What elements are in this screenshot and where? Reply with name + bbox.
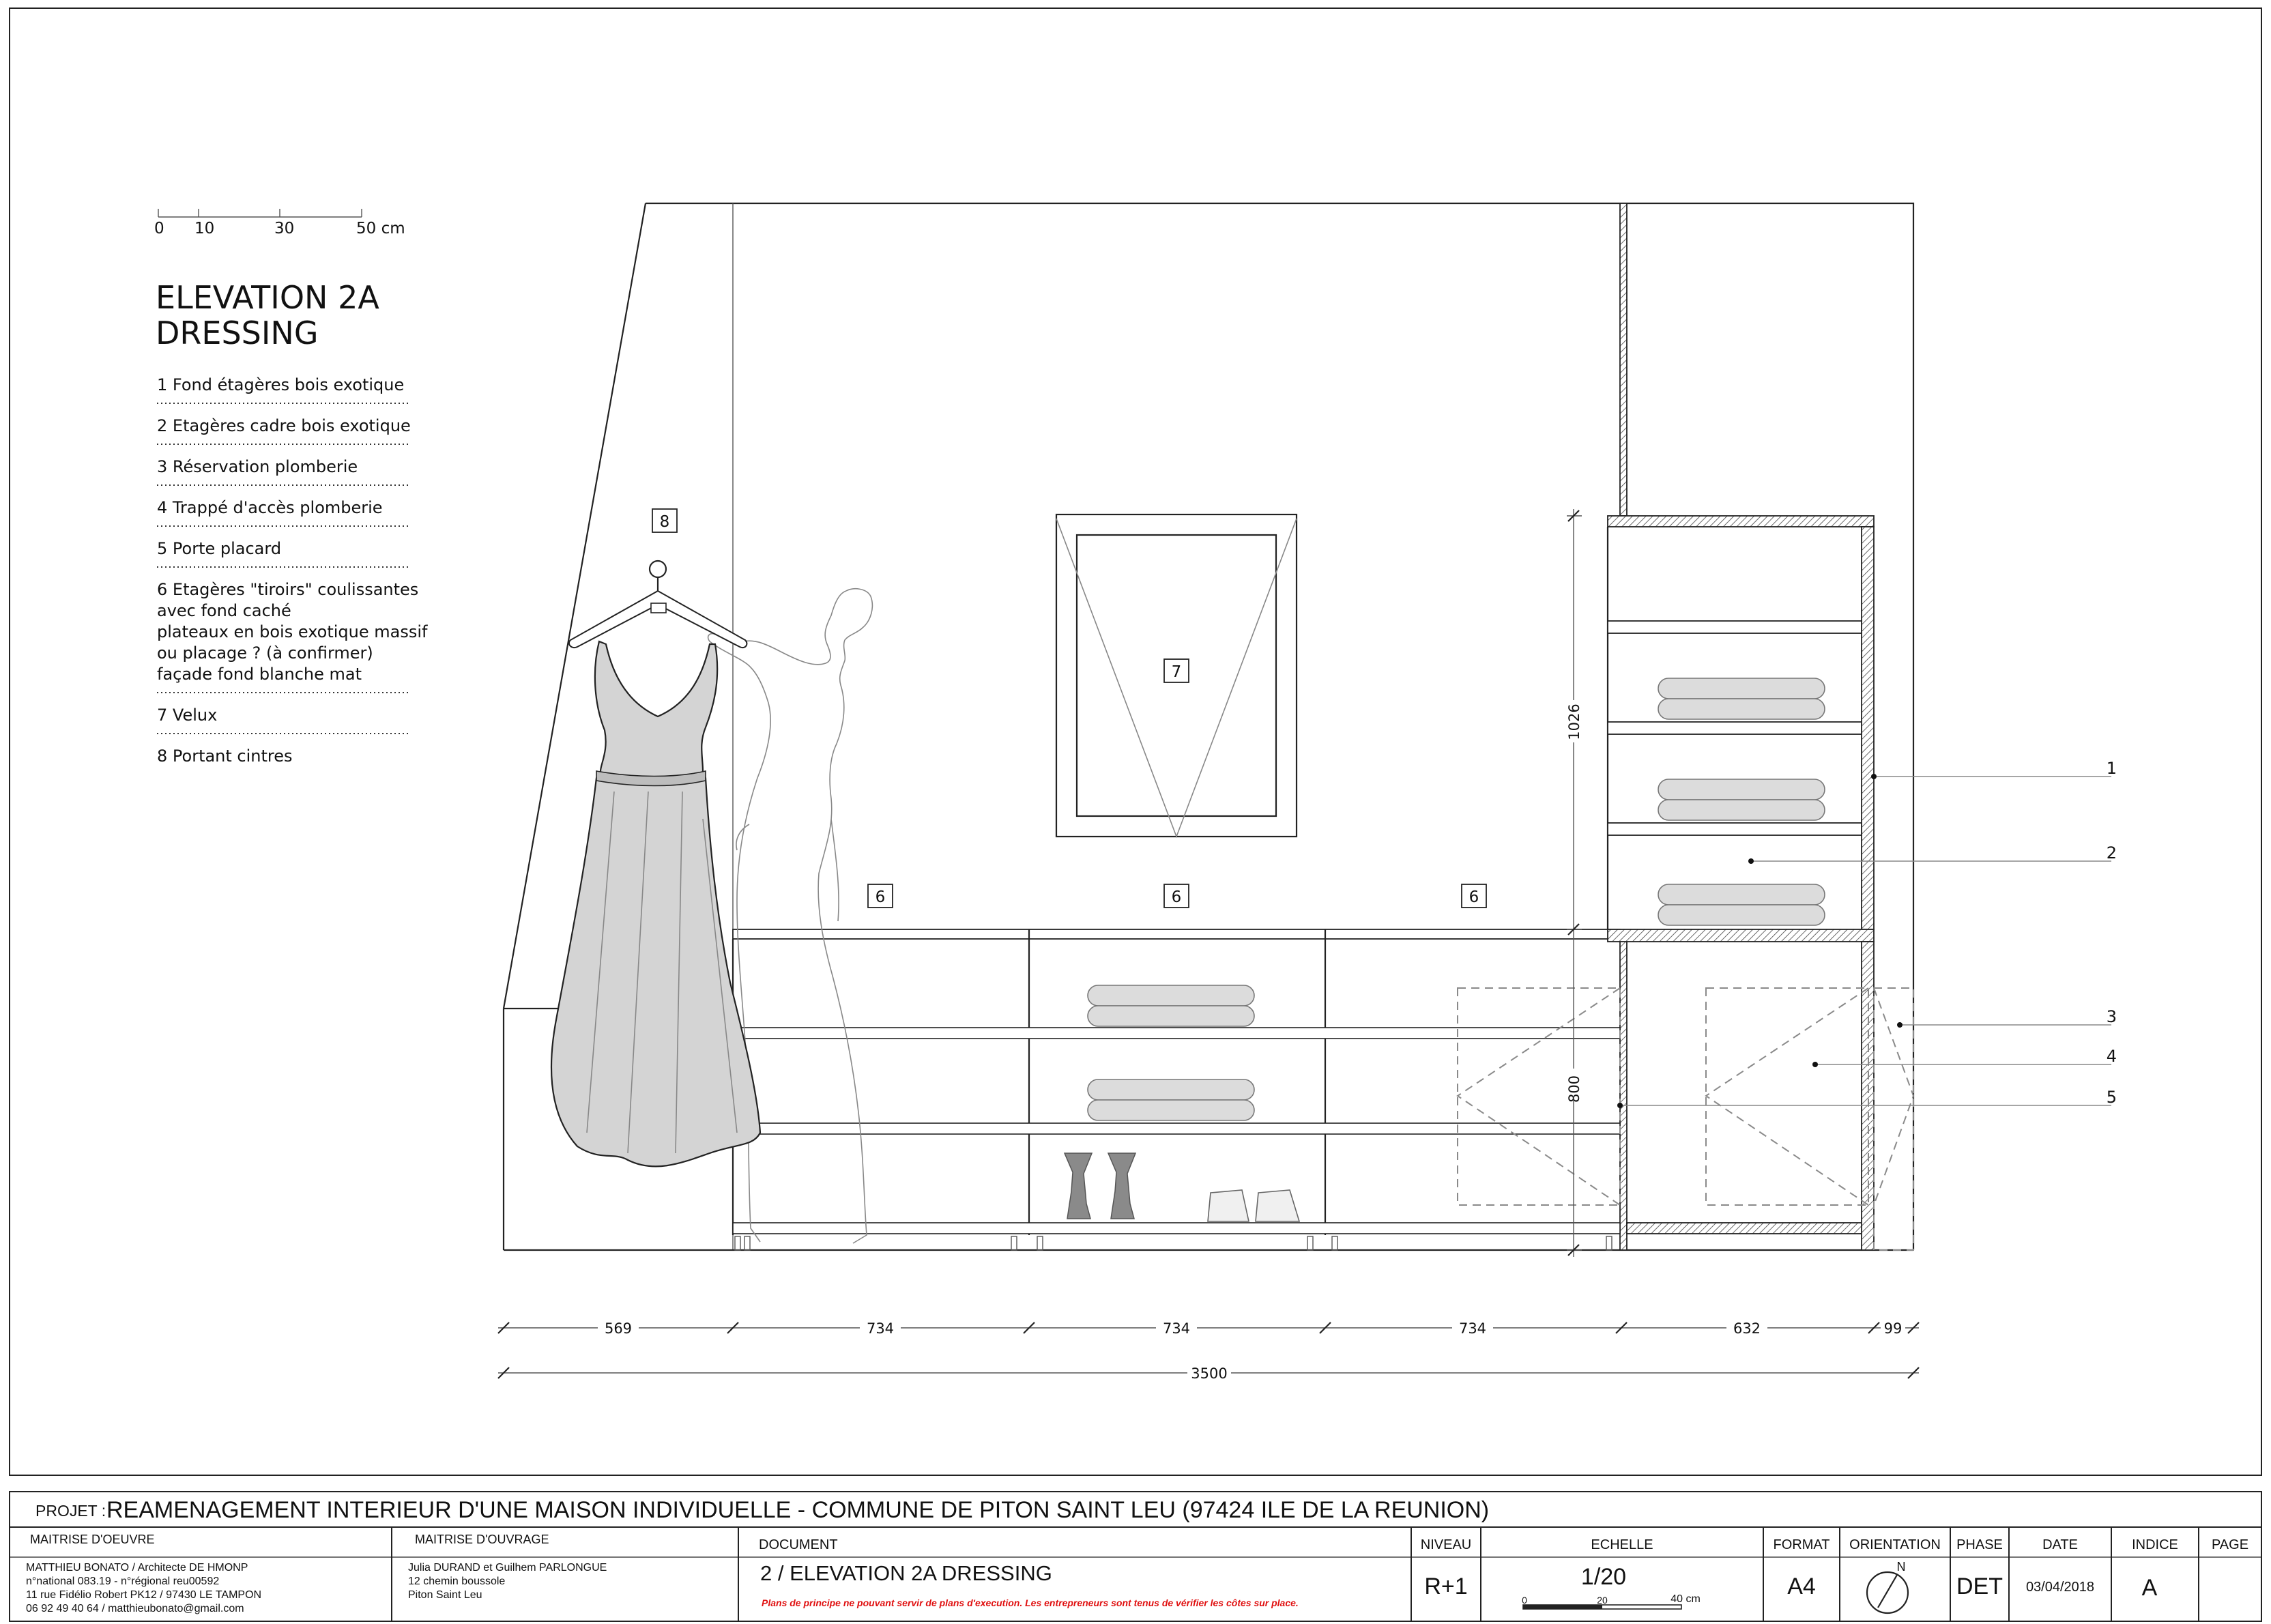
dim-99: 99 xyxy=(1884,1320,1903,1337)
partition-post-bottom xyxy=(1619,938,1628,1251)
legend-item-8: 8 Portant cintres xyxy=(157,746,293,766)
callout-1: 1 xyxy=(2107,759,2117,778)
phase-label: PHASE xyxy=(1956,1537,2003,1552)
scale-tick-50: 50 cm xyxy=(356,220,405,237)
echelle-value: 1/20 xyxy=(1581,1564,1626,1590)
drawing-title-line2: DRESSING xyxy=(156,315,318,351)
indice-label: INDICE xyxy=(2132,1537,2178,1552)
dim-cabinet-height: 800 xyxy=(1566,1075,1582,1103)
partition-post-top xyxy=(1619,203,1628,517)
dim-734-b: 734 xyxy=(1163,1320,1190,1337)
drawing-title-line1: ELEVATION 2A xyxy=(156,279,379,316)
drawer-tag-middle: 6 xyxy=(1172,888,1182,906)
format-value: A4 xyxy=(1787,1574,1816,1599)
placard-door-dashed xyxy=(1456,987,1621,1206)
plumbing-reservation-dashed xyxy=(1873,987,1915,1251)
echelle-tick-40: 40 cm xyxy=(1670,1593,1701,1605)
echelle-tick-0: 0 xyxy=(1522,1595,1527,1606)
mo-label: MAITRISE D'OUVRAGE xyxy=(415,1533,549,1546)
hanging-dress: 8 xyxy=(550,508,762,1168)
moe-line-2: n°national 083.19 - n°régional reu00592 xyxy=(26,1576,219,1587)
folded-towels-drawers xyxy=(1087,985,1255,1121)
projet-title: REAMENAGEMENT INTERIEUR D'UNE MAISON IND… xyxy=(106,1497,1489,1523)
shoes-sneakers xyxy=(1207,1189,1301,1222)
indice-value: A xyxy=(2142,1575,2158,1601)
callout-5: 5 xyxy=(2107,1088,2117,1107)
mo-line-1: Julia DURAND et Guilhem PARLONGUE xyxy=(408,1562,607,1574)
document-label: DOCUMENT xyxy=(759,1537,838,1552)
moe-line-4: 06 92 49 40 64 / matthieubonato@gmail.co… xyxy=(26,1603,244,1614)
projet-label: PROJET : xyxy=(35,1502,106,1520)
mo-line-3: Piton Saint Leu xyxy=(408,1589,482,1601)
legend-item-1: 1 Fond étagères bois exotique xyxy=(157,375,404,394)
hanger-tag: 8 xyxy=(660,513,670,531)
legend-item-6-line-2: avec fond caché xyxy=(157,601,291,620)
dim-734-a: 734 xyxy=(867,1320,894,1337)
legend-item-5: 5 Porte placard xyxy=(157,539,281,558)
page-label: PAGE xyxy=(2212,1537,2248,1552)
legend-item-6: 6 Etagères "tiroirs" coulissantes xyxy=(157,580,418,599)
echelle-tick-20: 20 xyxy=(1597,1595,1608,1606)
legend-item-6-line-5: façade fond blanche mat xyxy=(157,665,362,684)
north-label: N xyxy=(1897,1560,1906,1574)
dim-total: 3500 xyxy=(1191,1365,1227,1382)
velux-tag: 7 xyxy=(1172,663,1182,681)
hanger-hook-icon xyxy=(648,560,667,579)
format-label: FORMAT xyxy=(1774,1537,1830,1552)
open-shelving xyxy=(1606,515,1875,1251)
title-block: PROJET : REAMENAGEMENT INTERIEUR D'UNE M… xyxy=(9,1491,2262,1622)
hanger-icon xyxy=(568,590,748,648)
niveau-value: R+1 xyxy=(1424,1574,1467,1599)
shoes-heels xyxy=(1063,1152,1137,1219)
document-warning: Plans de principe ne pouvant servir de p… xyxy=(762,1597,1299,1608)
drawer-tags: 6 6 6 xyxy=(867,884,1487,908)
niveau-label: NIVEAU xyxy=(1421,1537,1471,1552)
vertical-dimensions: 1026 800 xyxy=(1563,509,1585,1257)
legend-item-3: 3 Réservation plomberie xyxy=(157,457,358,476)
sheet-frame xyxy=(9,8,2262,1476)
callout-4: 4 xyxy=(2107,1047,2117,1066)
drawer-tag-left: 6 xyxy=(876,888,886,906)
date-label: DATE xyxy=(2042,1537,2078,1552)
horizontal-dimensions: 569 734 734 734 632 99 3500 xyxy=(497,1317,1920,1384)
dim-734-c: 734 xyxy=(1459,1320,1486,1337)
dress-icon xyxy=(550,640,762,1168)
scale-tick-0: 0 xyxy=(154,220,164,237)
scale-tick-10: 10 xyxy=(194,220,214,237)
drawer-tag-right: 6 xyxy=(1469,888,1479,906)
document-title: 2 / ELEVATION 2A DRESSING xyxy=(760,1561,1052,1585)
dim-632: 632 xyxy=(1733,1320,1761,1337)
legend-item-7: 7 Velux xyxy=(157,706,217,725)
moe-line-3: 11 rue Fidélio Robert PK12 / 97430 LE TA… xyxy=(26,1589,261,1601)
orientation-label: ORIENTATION xyxy=(1849,1537,1941,1552)
scale-tick-30: 30 xyxy=(274,220,294,237)
scale-bar: 0 10 30 50 cm xyxy=(154,209,405,237)
date-value: 03/04/2018 xyxy=(2026,1580,2094,1595)
elevation-drawing: 7 6 6 6 8 1026 800 1 2 3 4 5 569 734 734… xyxy=(497,202,2117,1384)
legend-item-2: 2 Etagères cadre bois exotique xyxy=(157,416,411,435)
drawing-sheet: 0 10 30 50 cm ELEVATION 2A DRESSING 1 Fo… xyxy=(9,8,2262,1622)
dim-569: 569 xyxy=(605,1320,632,1337)
callout-3: 3 xyxy=(2107,1007,2117,1026)
echelle-label: ECHELLE xyxy=(1591,1537,1653,1552)
plumbing-hatch-dashed xyxy=(1705,987,1869,1206)
legend-item-6-line-4: ou placage ? (à confirmer) xyxy=(157,643,373,663)
legend-item-4: 4 Trappé d'accès plomberie xyxy=(157,498,383,517)
phase-value: DET xyxy=(1956,1574,2003,1599)
moe-label: MAITRISE D'OEUVRE xyxy=(30,1533,154,1546)
folded-towels-shelves xyxy=(1658,678,1825,926)
moe-line-1: MATTHIEU BONATO / Architecte DE HMONP xyxy=(26,1562,248,1574)
legend-item-6-line-3: plateaux en bois exotique massif xyxy=(157,622,428,641)
legend: 1 Fond étagères bois exotique 2 Etagères … xyxy=(157,375,428,766)
callout-2: 2 xyxy=(2107,843,2117,862)
dim-shelf-height: 1026 xyxy=(1566,704,1582,740)
mo-line-2: 12 chemin boussole xyxy=(408,1576,505,1587)
